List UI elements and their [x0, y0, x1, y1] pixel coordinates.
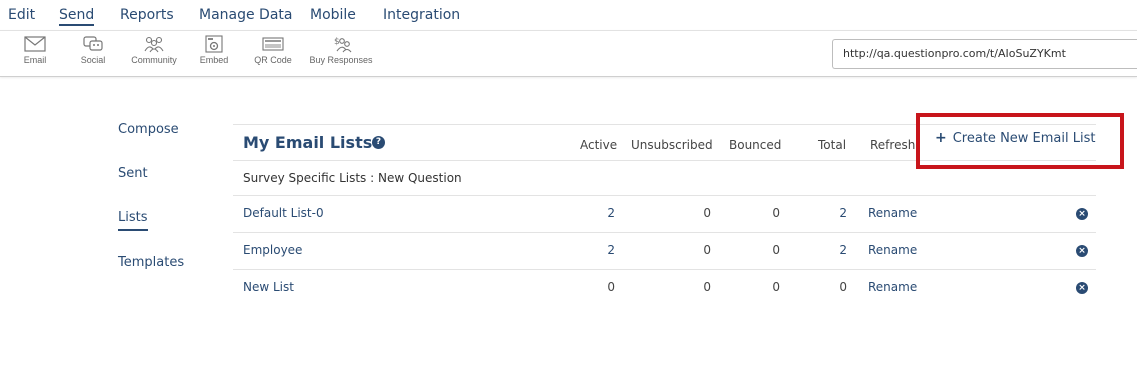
tool-embed-label: Embed	[199, 55, 229, 65]
tool-buy-responses-label: Buy Responses	[309, 55, 373, 65]
refresh-link[interactable]: Refresh	[870, 138, 915, 152]
nav-mobile[interactable]: Mobile	[310, 7, 356, 23]
survey-url-field[interactable]: http://qa.questionpro.com/t/AIoSuZYKmt	[832, 39, 1137, 69]
tool-embed[interactable]: Embed	[197, 35, 231, 65]
tool-community[interactable]: Community	[126, 35, 182, 65]
list-name-link[interactable]: New List	[243, 280, 294, 294]
section-label: Survey Specific Lists : New Question	[243, 171, 462, 185]
delete-icon[interactable]: ×	[1076, 282, 1088, 294]
table-row: Employee 2 0 0 2 Rename ×	[233, 233, 1096, 270]
active-count[interactable]: 2	[575, 206, 615, 220]
send-toolbar: Email Social Community Embed QR Code $ B…	[0, 30, 1137, 77]
highlight-box	[916, 113, 1124, 169]
bounced-count: 0	[772, 280, 780, 294]
delete-icon[interactable]: ×	[1076, 245, 1088, 257]
col-unsubscribed: Unsubscribed	[631, 138, 713, 152]
nav-integration[interactable]: Integration	[383, 7, 460, 23]
tool-social-label: Social	[80, 55, 106, 65]
subnav-compose[interactable]: Compose	[118, 122, 179, 137]
active-count: 0	[607, 280, 615, 294]
subnav-sent[interactable]: Sent	[118, 166, 148, 181]
tool-buy-responses[interactable]: $ Buy Responses	[306, 35, 376, 65]
col-total: Total	[818, 138, 847, 152]
community-icon	[144, 36, 164, 53]
rename-link[interactable]: Rename	[868, 206, 917, 220]
nav-send[interactable]: Send	[59, 7, 95, 26]
col-bounced: Bounced	[729, 138, 782, 152]
svg-text:$: $	[334, 37, 340, 47]
qr-code-icon	[262, 37, 284, 51]
list-name-link[interactable]: Default List-0	[243, 206, 324, 220]
unsubscribed-count: 0	[703, 280, 711, 294]
tool-qr-code[interactable]: QR Code	[252, 35, 294, 65]
total-count: 0	[839, 280, 847, 294]
tool-community-label: Community	[131, 55, 177, 65]
rename-link[interactable]: Rename	[868, 243, 917, 257]
nav-manage-data[interactable]: Manage Data	[199, 7, 293, 23]
embed-icon	[205, 35, 223, 53]
unsubscribed-count: 0	[703, 243, 711, 257]
social-icon	[83, 36, 103, 51]
bounced-count: 0	[772, 243, 780, 257]
subnav-templates[interactable]: Templates	[118, 255, 184, 270]
col-active: Active	[580, 138, 618, 152]
unsubscribed-count: 0	[703, 206, 711, 220]
help-icon[interactable]: ?	[372, 136, 385, 149]
table-row: New List 0 0 0 0 Rename ×	[233, 270, 1096, 307]
active-count[interactable]: 2	[575, 243, 615, 257]
list-name-link[interactable]: Employee	[243, 243, 302, 257]
delete-icon[interactable]: ×	[1076, 208, 1088, 220]
buy-responses-icon: $	[334, 37, 352, 53]
envelope-icon	[24, 36, 46, 52]
tool-qr-code-label: QR Code	[254, 55, 292, 65]
tool-email[interactable]: Email	[20, 35, 50, 65]
table-row: Default List-0 2 0 0 2 Rename ×	[233, 196, 1096, 233]
tool-email-label: Email	[23, 55, 47, 65]
tool-social[interactable]: Social	[76, 35, 110, 65]
page-title: My Email Lists	[243, 133, 373, 152]
total-count[interactable]: 2	[807, 243, 847, 257]
bounced-count: 0	[772, 206, 780, 220]
subnav-lists[interactable]: Lists	[118, 210, 148, 231]
rename-link[interactable]: Rename	[868, 280, 917, 294]
top-nav: Edit Send Reports Manage Data Mobile Int…	[0, 0, 1137, 30]
total-count[interactable]: 2	[807, 206, 847, 220]
nav-edit[interactable]: Edit	[8, 7, 35, 23]
nav-reports[interactable]: Reports	[120, 7, 174, 23]
